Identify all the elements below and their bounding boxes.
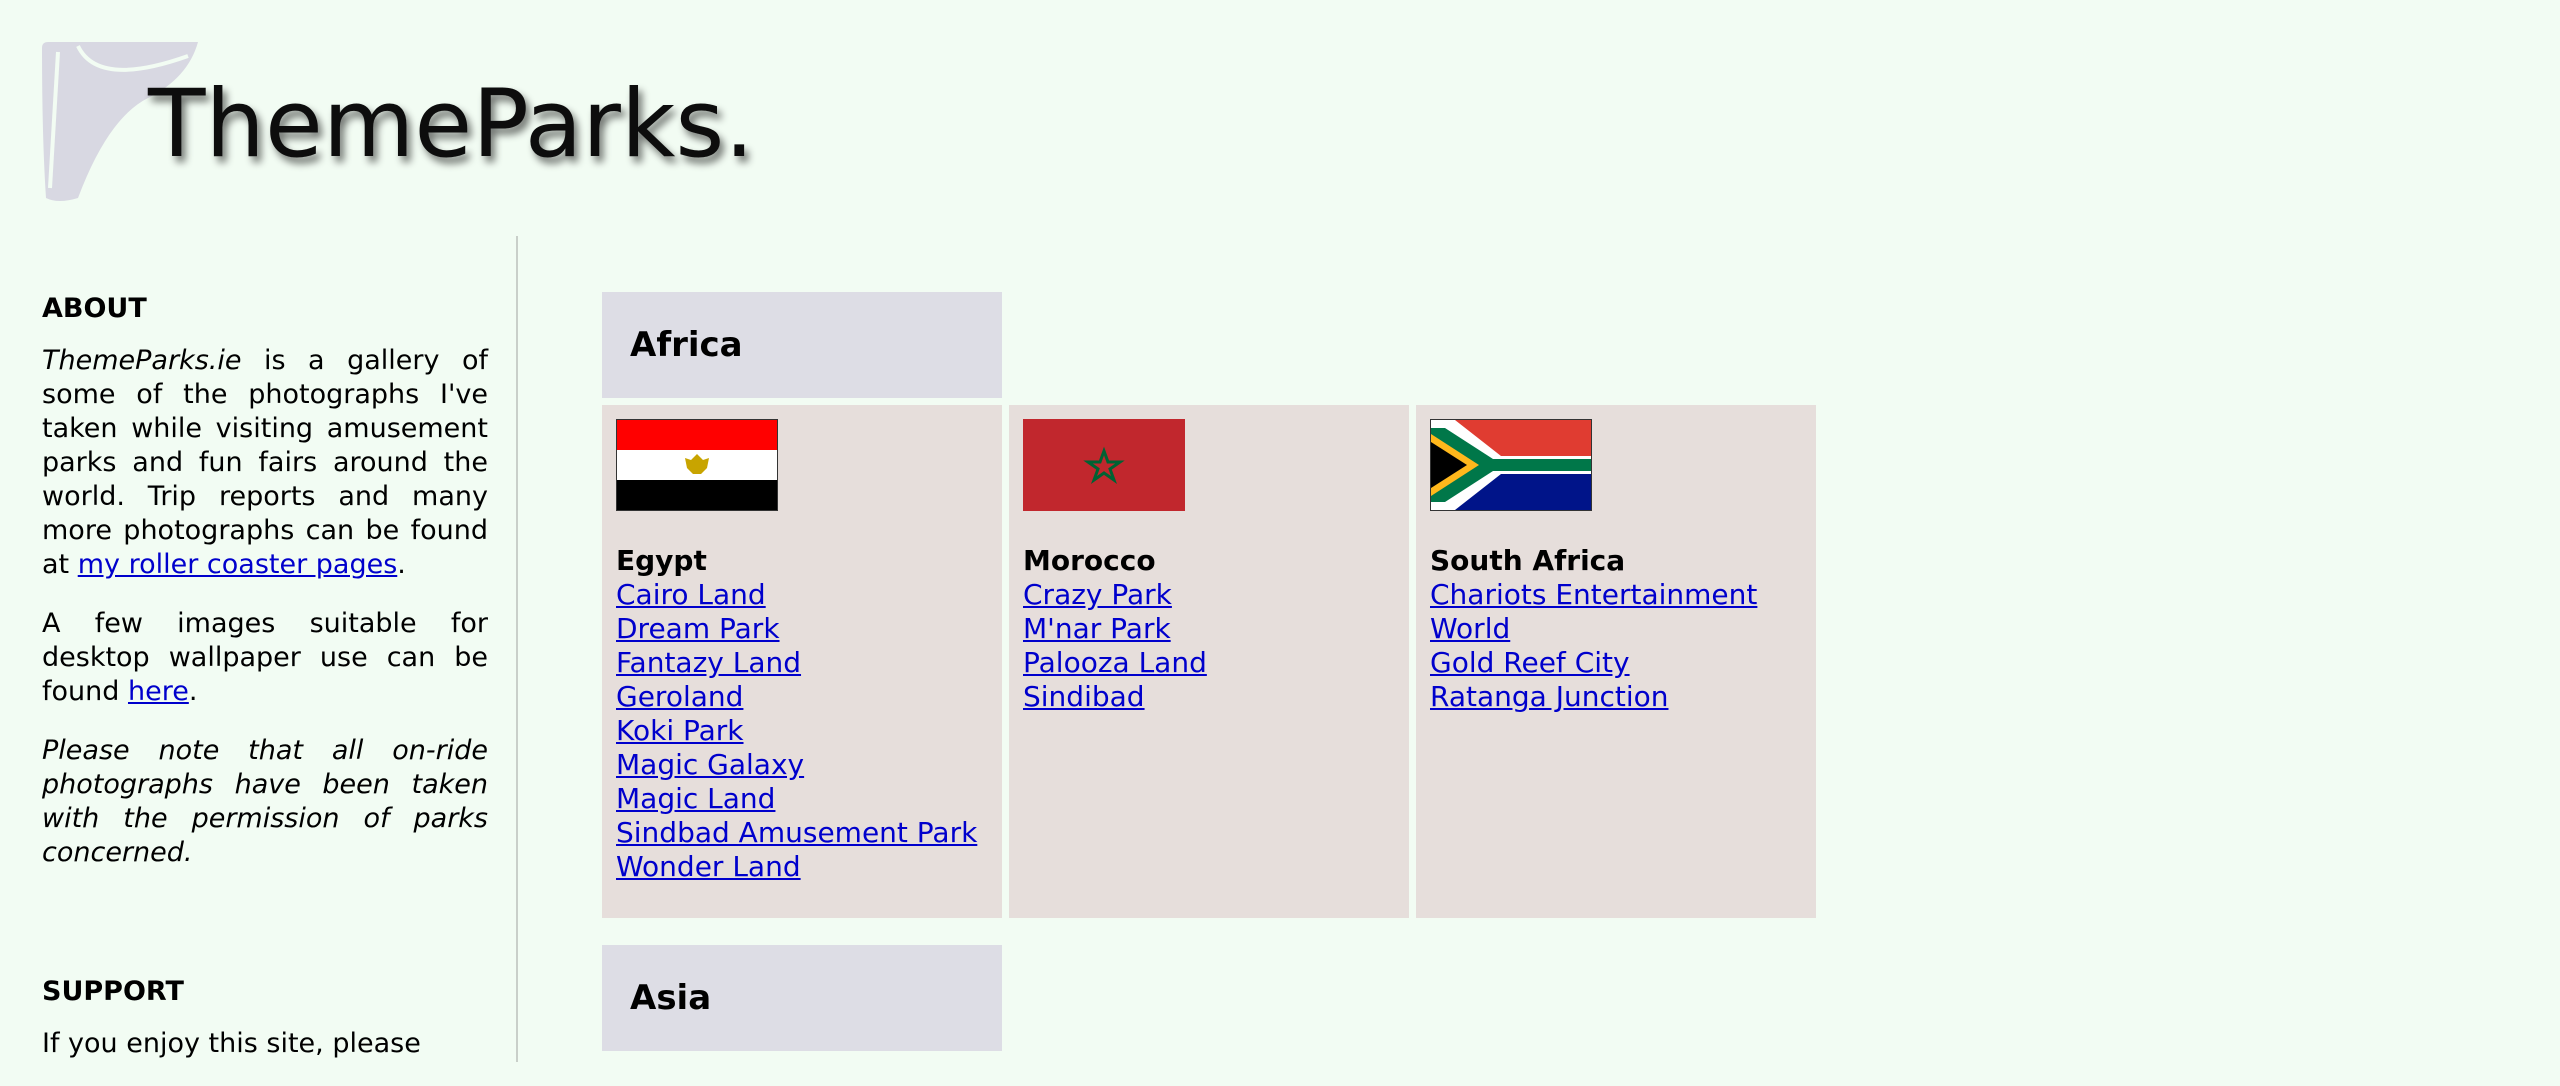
- park-link[interactable]: Wonder Land: [616, 850, 988, 884]
- logo-text: ThemeParks.ie: [147, 70, 758, 179]
- park-link[interactable]: Sindibad: [1023, 680, 1395, 714]
- wallpaper-text-end: .: [188, 676, 198, 707]
- park-link[interactable]: Cairo Land: [616, 578, 988, 612]
- park-link[interactable]: Palooza Land: [1023, 646, 1395, 680]
- africa-countries: Egypt Cairo Land Dream Park Fantazy Land…: [602, 405, 1816, 918]
- park-link[interactable]: Fantazy Land: [616, 646, 988, 680]
- park-link[interactable]: M'nar Park: [1023, 612, 1395, 646]
- about-paragraph: ThemeParks.ie is a gallery of some of th…: [42, 344, 488, 582]
- country-name: South Africa: [1430, 544, 1626, 577]
- about-text: is a gallery of some of the photographs …: [42, 345, 488, 580]
- park-link[interactable]: Ratanga Junction: [1430, 680, 1802, 714]
- park-link[interactable]: Sindbad Amusement Park: [616, 816, 988, 850]
- about-heading: ABOUT: [42, 293, 147, 324]
- sidebar: ABOUT ThemeParks.ie is a gallery of some…: [42, 280, 488, 1086]
- country-egypt: Egypt Cairo Land Dream Park Fantazy Land…: [602, 405, 1002, 918]
- region-header-africa: Africa: [602, 292, 1002, 398]
- support-heading: SUPPORT: [42, 976, 184, 1007]
- site-logo[interactable]: ThemeParks.ie: [38, 38, 758, 208]
- south-africa-flag-icon: [1430, 419, 1592, 511]
- country-morocco: Morocco Crazy Park M'nar Park Palooza La…: [1009, 405, 1409, 918]
- park-link[interactable]: Geroland: [616, 680, 988, 714]
- park-link[interactable]: Gold Reef City: [1430, 646, 1802, 680]
- region-header-asia: Asia: [602, 945, 1002, 1051]
- egypt-flag-icon: [616, 419, 778, 511]
- park-link[interactable]: Chariots Entertainment World: [1430, 578, 1802, 646]
- park-link[interactable]: Dream Park: [616, 612, 988, 646]
- park-link[interactable]: Magic Galaxy: [616, 748, 988, 782]
- country-name: Morocco: [1023, 544, 1156, 577]
- sidebar-divider: [516, 236, 518, 1062]
- main-content: Africa Egypt Cairo Land Dream Park Fanta…: [602, 292, 1816, 1051]
- morocco-flag-icon: [1023, 419, 1185, 511]
- roller-coaster-pages-link[interactable]: my roller coaster pages: [78, 549, 398, 580]
- permission-note: Please note that all on-ride photographs…: [42, 735, 488, 868]
- wallpaper-link[interactable]: here: [128, 676, 189, 707]
- park-link[interactable]: Magic Land: [616, 782, 988, 816]
- country-name: Egypt: [616, 544, 707, 577]
- wallpaper-text: A few images suitable for desktop wallpa…: [42, 608, 488, 707]
- about-site-name: ThemeParks.ie: [42, 345, 242, 376]
- park-link[interactable]: Koki Park: [616, 714, 988, 748]
- wallpaper-paragraph: A few images suitable for desktop wallpa…: [42, 607, 488, 709]
- about-text-end: .: [397, 549, 406, 580]
- support-text: If you enjoy this site, please: [42, 1028, 421, 1059]
- park-link[interactable]: Crazy Park: [1023, 578, 1395, 612]
- country-south-africa: South Africa Chariots Entertainment Worl…: [1416, 405, 1816, 918]
